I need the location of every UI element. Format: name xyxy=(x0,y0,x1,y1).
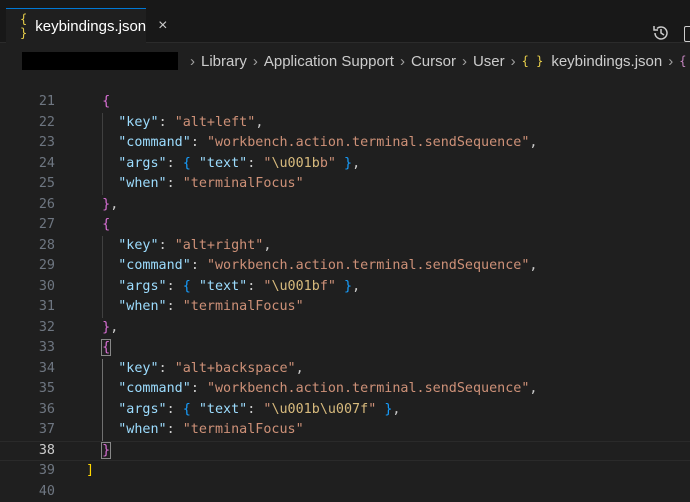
code-text: "args": { "text": "\u001b\u007f" }, xyxy=(86,400,400,421)
tab-label: keybindings.json xyxy=(35,18,146,35)
breadcrumb-cursor[interactable]: Cursor xyxy=(411,53,456,70)
code-line[interactable]: 38 } xyxy=(0,441,690,462)
line-number: 31 xyxy=(0,297,55,318)
line-number: 39 xyxy=(0,461,55,482)
line-number: 33 xyxy=(0,338,55,359)
code-text: "command": "workbench.action.terminal.se… xyxy=(86,256,537,277)
line-number: 29 xyxy=(0,256,55,277)
chevron-right-icon: › xyxy=(400,53,405,70)
breadcrumb-file[interactable]: keybindings.json xyxy=(551,53,662,70)
code-line[interactable]: 21 { xyxy=(0,92,690,113)
code-line[interactable]: 31 "when": "terminalFocus" xyxy=(0,297,690,318)
code-line[interactable]: 39] xyxy=(0,461,690,482)
code-line[interactable]: 28 "key": "alt+right", xyxy=(0,236,690,257)
code-text: } xyxy=(86,441,110,462)
breadcrumb: › Library › Application Support › Cursor… xyxy=(0,50,690,72)
code-line[interactable]: 35 "command": "workbench.action.terminal… xyxy=(0,379,690,400)
line-number: 30 xyxy=(0,277,55,298)
timeline-history-icon[interactable] xyxy=(652,24,670,42)
indent-guide xyxy=(102,359,103,441)
code-text: ] xyxy=(86,461,94,482)
line-number: 24 xyxy=(0,154,55,175)
breadcrumb-library[interactable]: Library xyxy=(201,53,247,70)
chevron-right-icon: › xyxy=(253,53,258,70)
code-line[interactable]: 22 "key": "alt+left", xyxy=(0,113,690,134)
code-line[interactable]: 34 "key": "alt+backspace", xyxy=(0,359,690,380)
redacted-path xyxy=(22,52,178,70)
code-line[interactable]: 23 "command": "workbench.action.terminal… xyxy=(0,133,690,154)
code-text: { xyxy=(86,92,110,113)
split-editor-icon[interactable] xyxy=(684,26,690,42)
breadcrumb-application-support[interactable]: Application Support xyxy=(264,53,394,70)
code-text: { xyxy=(86,215,110,236)
line-number: 36 xyxy=(0,400,55,421)
chevron-right-icon: › xyxy=(511,53,516,70)
chevron-right-icon: › xyxy=(462,53,467,70)
line-number: 28 xyxy=(0,236,55,257)
code-text: }, xyxy=(86,195,118,216)
line-number: 23 xyxy=(0,133,55,154)
json-object-icon: { xyxy=(679,54,686,68)
code-line[interactable]: 32 }, xyxy=(0,318,690,339)
chevron-right-icon: › xyxy=(668,53,673,70)
code-line[interactable]: 29 "command": "workbench.action.terminal… xyxy=(0,256,690,277)
code-text: "args": { "text": "\u001bf" }, xyxy=(86,277,360,298)
line-number: 37 xyxy=(0,420,55,441)
code-text: "when": "terminalFocus" xyxy=(86,297,304,318)
code-text: "when": "terminalFocus" xyxy=(86,420,304,441)
line-number: 21 xyxy=(0,92,55,113)
line-number: 22 xyxy=(0,113,55,134)
line-number: 40 xyxy=(0,482,55,502)
chevron-right-icon: › xyxy=(190,53,195,70)
code-line[interactable]: 25 "when": "terminalFocus" xyxy=(0,174,690,195)
code-line[interactable]: 30 "args": { "text": "\u001bf" }, xyxy=(0,277,690,298)
indent-guide xyxy=(102,236,103,318)
json-file-icon: { } xyxy=(522,54,544,68)
line-number: 27 xyxy=(0,215,55,236)
line-number: 34 xyxy=(0,359,55,380)
code-text: "when": "terminalFocus" xyxy=(86,174,304,195)
code-text: "key": "alt+right", xyxy=(86,236,271,257)
code-text: { xyxy=(86,338,110,359)
code-text: }, xyxy=(86,318,118,339)
tab-keybindings-json[interactable]: { } keybindings.json × xyxy=(6,8,146,43)
code-line[interactable]: 27 { xyxy=(0,215,690,236)
json-file-icon: { } xyxy=(20,12,27,40)
code-line[interactable]: 36 "args": { "text": "\u001b\u007f" }, xyxy=(0,400,690,421)
code-editor[interactable]: 21 {22 "key": "alt+left",23 "command": "… xyxy=(0,92,690,481)
code-line[interactable]: 33 { xyxy=(0,338,690,359)
code-line[interactable]: 40 xyxy=(0,482,690,502)
code-text: "command": "workbench.action.terminal.se… xyxy=(86,133,537,154)
code-line[interactable]: 26 }, xyxy=(0,195,690,216)
code-text: "key": "alt+left", xyxy=(86,113,263,134)
code-line[interactable]: 37 "when": "terminalFocus" xyxy=(0,420,690,441)
line-number: 26 xyxy=(0,195,55,216)
line-number: 25 xyxy=(0,174,55,195)
line-number: 38 xyxy=(0,441,55,462)
code-text: "command": "workbench.action.terminal.se… xyxy=(86,379,537,400)
close-tab-icon[interactable]: × xyxy=(158,17,167,35)
title-strip xyxy=(0,0,690,8)
code-text: "args": { "text": "\u001bb" }, xyxy=(86,154,360,175)
tab-bar: { } keybindings.json × xyxy=(0,8,690,43)
code-text: "key": "alt+backspace", xyxy=(86,359,304,380)
indent-guide xyxy=(102,113,103,195)
code-line[interactable]: 24 "args": { "text": "\u001bb" }, xyxy=(0,154,690,175)
line-number: 32 xyxy=(0,318,55,339)
line-number: 35 xyxy=(0,379,55,400)
breadcrumb-user[interactable]: User xyxy=(473,53,505,70)
